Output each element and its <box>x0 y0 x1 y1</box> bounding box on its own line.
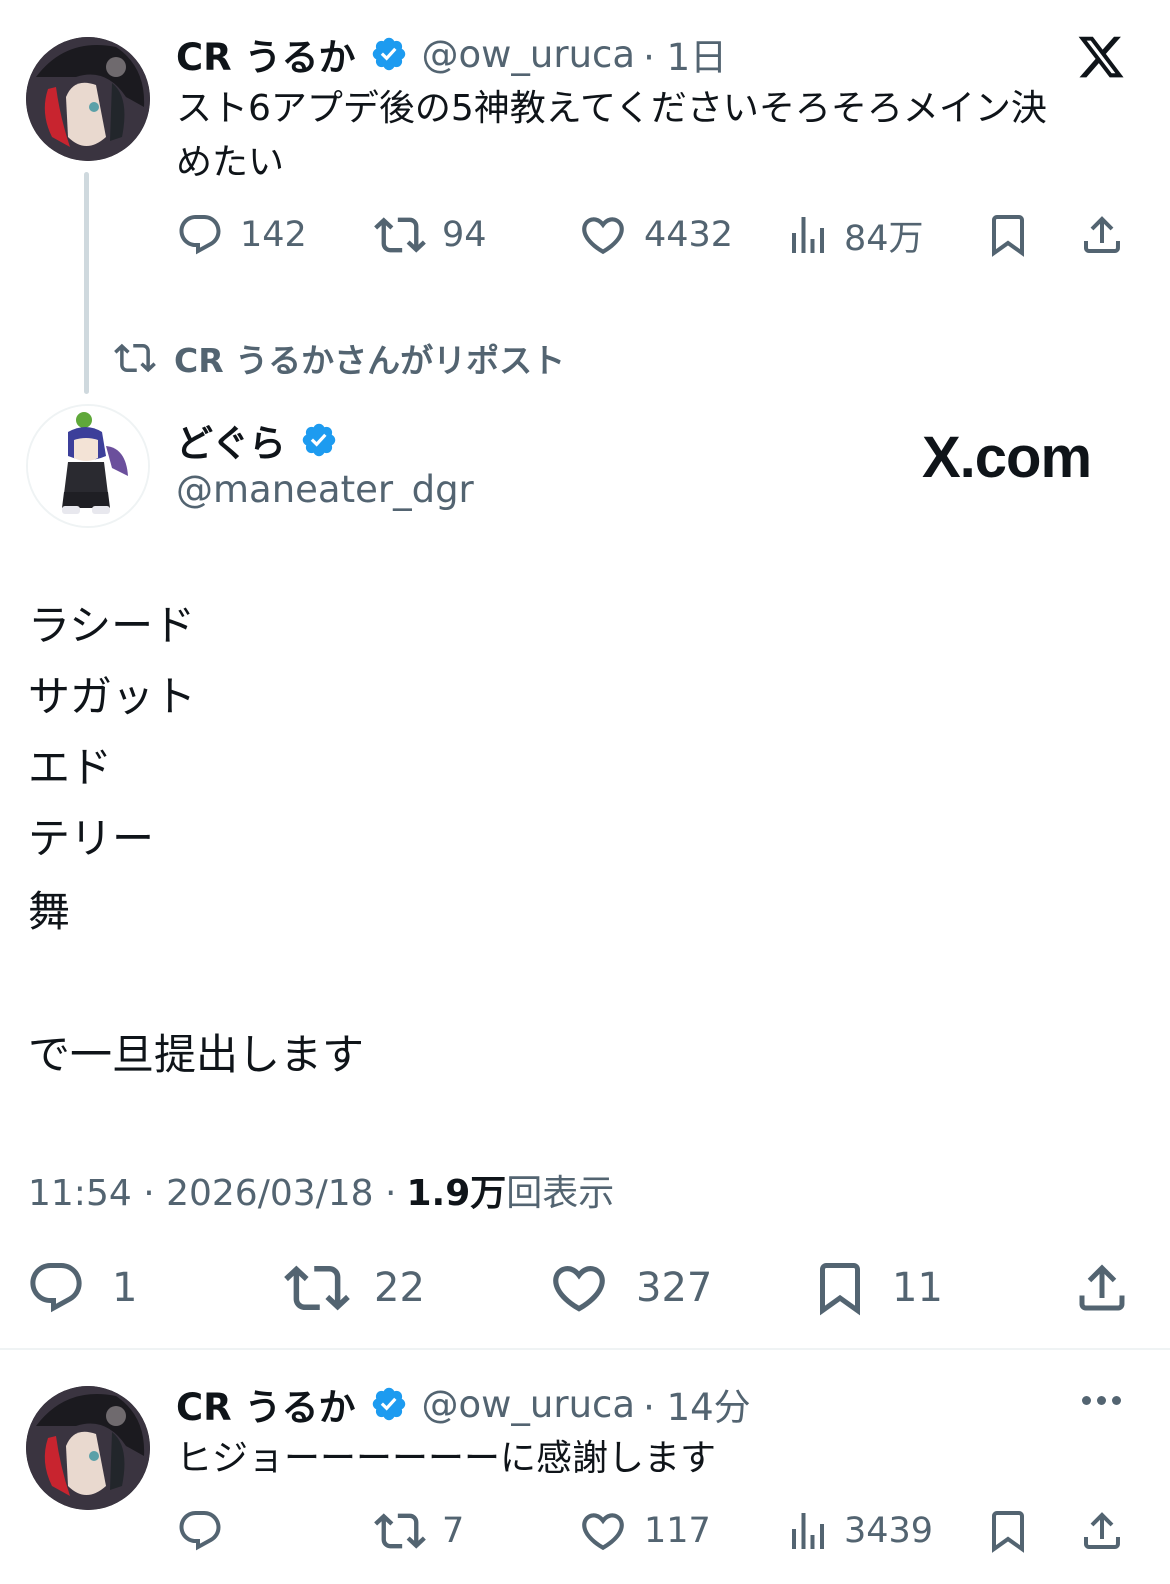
verified-badge-icon <box>302 423 336 457</box>
body-line-4: テリー <box>28 814 155 863</box>
reply-icon <box>179 1511 221 1551</box>
like-button[interactable]: 327 <box>548 1258 712 1318</box>
bookmark-icon <box>992 215 1024 257</box>
body-line-5: 舞 <box>28 887 71 936</box>
like-button[interactable]: 4432 <box>578 210 733 260</box>
like-count: 117 <box>644 1511 711 1551</box>
repost-indicator-label: CR うるかさんがリポスト <box>174 341 566 380</box>
reply-button[interactable] <box>176 1506 224 1556</box>
reply-button[interactable]: 142 <box>176 210 307 260</box>
author-handle[interactable]: @maneater_dgr <box>176 468 474 511</box>
body-line-3: エド <box>28 743 113 792</box>
reply-count: 142 <box>240 215 307 255</box>
share-button[interactable] <box>1078 210 1126 260</box>
share-icon <box>1079 1264 1125 1311</box>
post-timestamp: 11:54 · 2026/03/18 · <box>28 1173 397 1214</box>
heart-icon <box>553 1266 605 1312</box>
share-button[interactable] <box>1078 1506 1126 1556</box>
more-options-icon[interactable] <box>1082 1396 1121 1405</box>
repost-icon <box>374 1513 426 1549</box>
author-name[interactable]: CR うるか <box>176 27 356 81</box>
bookmark-icon <box>992 1511 1024 1553</box>
view-count-suffix: 回表示 <box>506 1173 615 1214</box>
top-tweet-header: CR うるか @ow_uruca · 1日 <box>176 32 727 80</box>
repost-indicator[interactable]: CR うるかさんがリポスト <box>114 336 565 380</box>
repost-icon <box>374 217 426 253</box>
bookmark-icon <box>820 1263 860 1316</box>
section-divider <box>0 1348 1170 1350</box>
bookmark-button[interactable] <box>984 1506 1032 1556</box>
author-handle[interactable]: @ow_uruca <box>422 33 636 76</box>
like-count: 327 <box>636 1265 713 1311</box>
author-name[interactable]: CR うるか <box>176 1377 356 1431</box>
share-icon <box>1084 1512 1120 1549</box>
post-meta[interactable]: 11:54 · 2026/03/18 · 1.9万 回表示 <box>28 1164 614 1216</box>
repost-icon <box>284 1265 350 1311</box>
reply-count: 1 <box>112 1265 138 1311</box>
reply-tweet-text: ヒジョーーーーーーに感謝します <box>176 1438 717 1479</box>
reply-tweet-header: CR うるか @ow_uruca · 14分 <box>176 1382 751 1430</box>
author-name[interactable]: どぐら <box>176 413 286 467</box>
x-logo-icon[interactable] <box>1076 32 1126 86</box>
tweet-text-line1: スト6アプデ後の5神教えてくださいそろそろメイン決 <box>176 88 1047 129</box>
like-count: 4432 <box>644 215 734 255</box>
avatar-uruca[interactable] <box>26 1386 150 1510</box>
view-count: 1.9万 <box>406 1173 507 1214</box>
repost-button[interactable]: 7 <box>374 1506 464 1556</box>
views-count: 3439 <box>844 1511 934 1551</box>
body-line-2: サガット <box>28 672 197 721</box>
views-count: 84万 <box>844 218 924 259</box>
post-time[interactable]: · 14分 <box>643 1377 751 1431</box>
repost-indicator-icon <box>114 343 156 373</box>
repost-count: 22 <box>374 1265 425 1311</box>
views-icon <box>792 1513 824 1549</box>
views-button[interactable]: 3439 <box>784 1506 933 1556</box>
share-button[interactable] <box>1072 1258 1132 1318</box>
avatar-dogura[interactable] <box>26 404 150 528</box>
bookmark-button[interactable] <box>984 210 1032 260</box>
heart-icon <box>582 1513 624 1551</box>
x-com-watermark: X.com <box>922 425 1092 490</box>
heart-icon <box>582 217 624 255</box>
tweet-text-line2: めたい <box>176 142 285 183</box>
thread-connector-line <box>84 172 89 394</box>
repost-button[interactable]: 22 <box>284 1258 425 1318</box>
like-button[interactable]: 117 <box>578 1506 711 1556</box>
reply-button[interactable]: 1 <box>26 1258 137 1318</box>
bookmark-button[interactable]: 11 <box>810 1258 943 1318</box>
share-icon <box>1084 216 1120 253</box>
reply-icon <box>179 215 221 255</box>
avatar-uruca[interactable] <box>26 37 150 161</box>
repost-button[interactable]: 94 <box>374 210 487 260</box>
post-time[interactable]: · 1日 <box>643 27 727 81</box>
repost-count: 7 <box>442 1511 465 1551</box>
views-icon <box>792 217 824 253</box>
author-handle[interactable]: @ow_uruca <box>422 1383 636 1426</box>
bookmark-count: 11 <box>892 1265 943 1311</box>
body-line-1: ラシード <box>28 601 196 650</box>
repost-count: 94 <box>442 215 487 255</box>
body-closing-line: で一旦提出します <box>28 1030 365 1079</box>
main-tweet-name-row: どぐら <box>176 418 338 465</box>
reply-icon <box>30 1263 82 1313</box>
verified-badge-icon <box>372 37 405 71</box>
views-button[interactable]: 84万 <box>784 210 924 260</box>
verified-badge-icon <box>372 1387 405 1421</box>
